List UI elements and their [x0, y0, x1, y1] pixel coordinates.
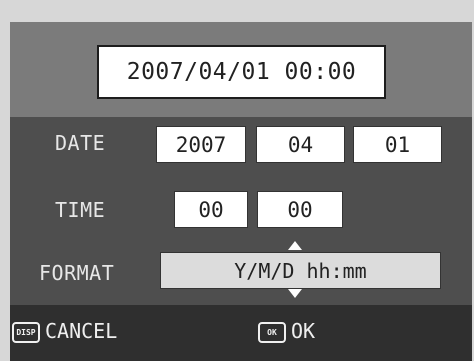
- time-hour-field[interactable]: 00: [174, 191, 248, 228]
- format-label: FORMAT: [39, 261, 115, 285]
- time-minute-field[interactable]: 00: [257, 191, 343, 228]
- cancel-label[interactable]: CANCEL: [45, 319, 117, 343]
- date-time-preview: 2007/04/01 00:00: [97, 45, 386, 99]
- date-month-field[interactable]: 04: [256, 126, 345, 163]
- ok-label[interactable]: OK: [291, 319, 315, 343]
- arrow-up-icon[interactable]: [288, 241, 302, 250]
- date-label: DATE: [55, 131, 106, 155]
- footer-bar: DISP CANCEL OK OK: [10, 305, 472, 361]
- camera-date-time-screen: 2007/04/01 00:00 DATE 2007 04 01 TIME 00…: [0, 0, 474, 361]
- date-time-settings: DATE 2007 04 01 TIME 00 00 FORMAT Y/M/D …: [10, 117, 472, 305]
- time-label: TIME: [55, 198, 106, 222]
- date-year-field[interactable]: 2007: [156, 126, 246, 163]
- disp-key-icon: DISP: [12, 322, 40, 343]
- format-field[interactable]: Y/M/D hh:mm: [160, 252, 441, 289]
- arrow-down-icon[interactable]: [288, 289, 302, 298]
- date-day-field[interactable]: 01: [353, 126, 442, 163]
- ok-key-icon: OK: [258, 322, 286, 343]
